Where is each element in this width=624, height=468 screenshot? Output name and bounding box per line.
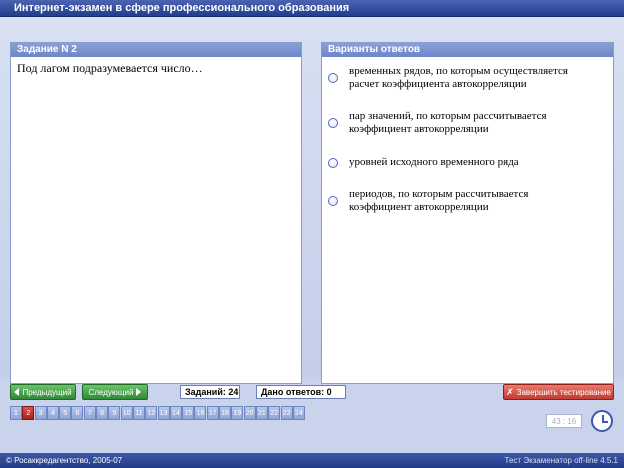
page-button-18[interactable]: 18 bbox=[219, 406, 232, 420]
page-button-22[interactable]: 22 bbox=[268, 406, 281, 420]
page-button-9[interactable]: 9 bbox=[108, 406, 121, 420]
page-button-5[interactable]: 5 bbox=[59, 406, 72, 420]
answer-line: периодов, по которым рассчитывается bbox=[349, 188, 529, 200]
radio-button-icon[interactable] bbox=[328, 157, 338, 168]
page-button-2[interactable]: 2 bbox=[22, 406, 35, 420]
answer-line: расчет коэффициента автокорреляции bbox=[349, 78, 527, 90]
answer-text: временных рядов, по которым осуществляет… bbox=[349, 65, 568, 91]
tasks-counter: Заданий: 24 bbox=[180, 385, 240, 399]
page-button-11[interactable]: 11 bbox=[132, 406, 145, 420]
answer-option-2[interactable]: пар значений, по которым рассчитывается … bbox=[328, 110, 608, 136]
page-button-7[interactable]: 7 bbox=[83, 406, 96, 420]
version-text: Тест Экзаменатор off-line 4.5.1 bbox=[504, 456, 618, 465]
window-title: Интернет-экзамен в сфере профессионально… bbox=[0, 0, 624, 17]
page-button-10[interactable]: 10 bbox=[120, 406, 133, 420]
page-button-21[interactable]: 21 bbox=[255, 406, 268, 420]
next-button-label: Следующий bbox=[88, 387, 134, 397]
arrow-right-icon bbox=[136, 388, 142, 396]
answer-line: уровней исходного временного ряда bbox=[349, 156, 519, 168]
page-button-4[interactable]: 4 bbox=[46, 406, 59, 420]
work-area: Задание N 2 Под лагом подразумевается чи… bbox=[0, 17, 624, 384]
radio-button-icon[interactable] bbox=[328, 118, 338, 128]
clock-icon bbox=[591, 410, 613, 432]
answer-option-1[interactable]: временных рядов, по которым осуществляет… bbox=[328, 65, 608, 91]
running-man-icon: ✗ bbox=[506, 386, 514, 397]
page-button-24[interactable]: 24 bbox=[292, 406, 305, 420]
answer-option-3[interactable]: уровней исходного временного ряда bbox=[328, 156, 608, 169]
radio-button-icon[interactable] bbox=[328, 73, 338, 83]
arrow-left-icon bbox=[14, 388, 20, 396]
clock-hand bbox=[602, 421, 608, 423]
answer-line: временных рядов, по которым осуществляет… bbox=[349, 65, 568, 77]
page-button-23[interactable]: 23 bbox=[280, 406, 293, 420]
finish-button-label: Завершить тестирование bbox=[516, 387, 611, 397]
copyright-text: © Росаккредагентство, 2005-07 bbox=[6, 456, 123, 465]
status-bar: © Росаккредагентство, 2005-07 Тест Экзам… bbox=[0, 453, 624, 468]
answer-text: уровней исходного временного ряда bbox=[349, 156, 519, 169]
answer-text: периодов, по которым рассчитывается коэф… bbox=[349, 188, 528, 214]
answer-text: пар значений, по которым рассчитывается … bbox=[349, 110, 547, 136]
question-text: Под лагом подразумевается число… bbox=[17, 61, 203, 75]
answer-line: коэффициент автокорреляции bbox=[349, 123, 489, 135]
page-button-12[interactable]: 12 bbox=[145, 406, 158, 420]
timer-display: 43 : 16 bbox=[546, 414, 582, 428]
finish-test-button[interactable]: ✗ Завершить тестирование bbox=[503, 384, 614, 400]
page-button-6[interactable]: 6 bbox=[71, 406, 84, 420]
page-button-15[interactable]: 15 bbox=[182, 406, 195, 420]
answers-panel-header: Варианты ответов bbox=[322, 43, 613, 57]
page-button-20[interactable]: 20 bbox=[243, 406, 256, 420]
previous-button-label: Предыдущий bbox=[22, 387, 72, 397]
answer-option-4[interactable]: периодов, по которым рассчитывается коэф… bbox=[328, 188, 608, 214]
page-button-17[interactable]: 17 bbox=[206, 406, 219, 420]
page-button-19[interactable]: 19 bbox=[231, 406, 244, 420]
page-button-14[interactable]: 14 bbox=[169, 406, 182, 420]
next-button[interactable]: Следующий bbox=[82, 384, 148, 400]
answer-line: пар значений, по которым рассчитывается bbox=[349, 110, 547, 122]
answer-line: коэффициент автокорреляции bbox=[349, 201, 489, 213]
previous-button[interactable]: Предыдущий bbox=[10, 384, 76, 400]
page-button-8[interactable]: 8 bbox=[96, 406, 109, 420]
page-button-13[interactable]: 13 bbox=[157, 406, 170, 420]
page-button-1[interactable]: 1 bbox=[10, 406, 22, 420]
answered-counter: Дано ответов: 0 bbox=[256, 385, 346, 399]
radio-button-icon[interactable] bbox=[328, 196, 338, 206]
page-button-16[interactable]: 16 bbox=[194, 406, 207, 420]
page-button-3[interactable]: 3 bbox=[34, 406, 47, 420]
answers-panel: Варианты ответов временных рядов, по кот… bbox=[321, 42, 614, 384]
question-panel: Задание N 2 Под лагом подразумевается чи… bbox=[10, 42, 302, 384]
question-panel-header: Задание N 2 bbox=[11, 43, 301, 57]
question-pager: 1 2 3 4 5 6 7 8 9 10 11 12 13 14 15 16 17 18 19 20 21 22 23 24 bbox=[10, 406, 305, 420]
